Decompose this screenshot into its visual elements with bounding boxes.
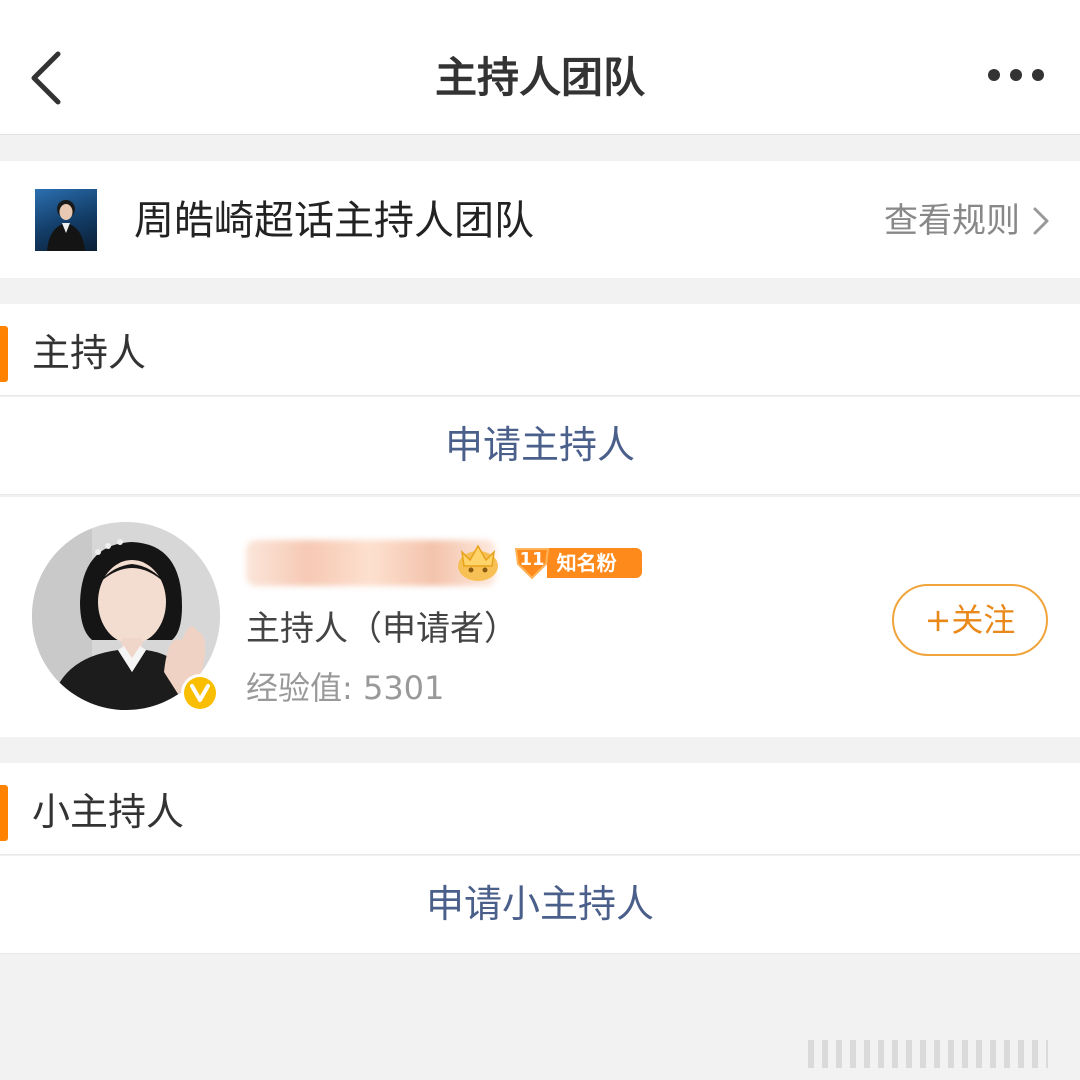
sub-hosts-section-title: 小主持人 <box>32 790 185 834</box>
host-experience: 经验值: 5301 <box>246 669 445 707</box>
view-rules-label: 查看规则 <box>884 201 1020 241</box>
chevron-right-icon <box>1033 207 1049 235</box>
apply-host-button[interactable]: 申请主持人 <box>0 397 1080 495</box>
apply-sub-host-label: 申请小主持人 <box>425 882 654 926</box>
fan-level-shield: 11 <box>512 546 551 580</box>
section-accent-bar <box>0 326 8 382</box>
hosts-section-header: 主持人 <box>0 304 1080 396</box>
team-info-row: 周皓崎超话主持人团队 查看规则 <box>0 161 1080 278</box>
host-role-label: 主持人（申请者） <box>246 609 518 649</box>
verified-v-icon <box>181 674 219 712</box>
page-title: 主持人团队 <box>434 53 645 102</box>
view-rules-link[interactable]: 查看规则 <box>884 197 1050 245</box>
fan-badge-label: 知名粉丝 <box>546 548 642 605</box>
team-name: 周皓崎超话主持人团队 <box>134 198 534 244</box>
follow-button[interactable]: +关注 <box>892 584 1048 656</box>
apply-host-label: 申请主持人 <box>444 423 635 467</box>
section-accent-bar <box>0 785 8 841</box>
fan-crown-icon <box>458 544 498 581</box>
fan-level-badge: 11 知名粉丝 <box>512 546 642 605</box>
sub-hosts-section-header: 小主持人 <box>0 763 1080 855</box>
fan-level-number: 11 <box>519 549 545 570</box>
navigation-bar: 主持人团队 <box>0 0 1080 135</box>
team-thumbnail-image <box>35 189 97 251</box>
hosts-section-title: 主持人 <box>32 331 147 375</box>
watermark-decoration <box>808 1040 1048 1068</box>
more-options-icon[interactable] <box>986 60 1046 90</box>
apply-sub-host-button[interactable]: 申请小主持人 <box>0 856 1080 954</box>
